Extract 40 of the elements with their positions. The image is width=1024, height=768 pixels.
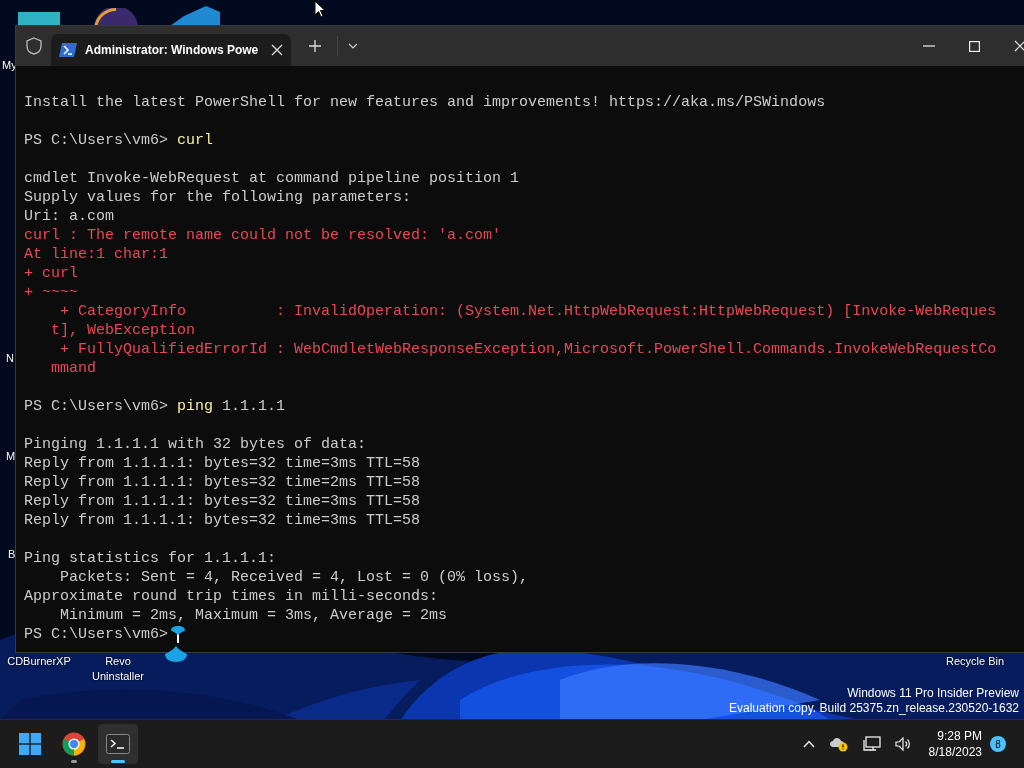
terminal-line: Reply from 1.1.1.1: bytes=32 time=2ms TTL=58 [24,473,421,492]
watermark-text: Windows 11 Pro Insider Preview [847,686,1019,701]
watermark-text: Evaluation copy. Build 25375.zn_release.230520-1632 [729,701,1019,716]
prompt-text: PS C:\Users\vm6> [24,625,169,644]
terminal-line: Supply values for the following parameters: [24,188,412,207]
desktop-icon-label[interactable]: N [6,351,14,366]
command-argument: 1.1.1.1 [221,397,286,416]
terminal-line: Minimum = 2ms, Maximum = 3ms, Average = 2ms [59,606,448,625]
error-line: At line:1 char:1 [24,245,169,264]
prompt-text: PS C:\Users\vm6> [24,397,169,416]
clock[interactable]: 9:28 PM 8/18/2023 [928,728,982,760]
terminal-line: Uri: a.com [24,207,114,226]
terminal-line: Reply from 1.1.1.1: bytes=32 time=3ms TTL=58 [24,511,421,530]
terminal-line: cmdlet Invoke-WebRequest at command pipeline position 1 [24,169,520,188]
prompt-text: PS C:\Users\vm6> [24,131,169,150]
notification-badge[interactable]: 8 [990,736,1006,752]
command-text: curl [176,131,214,150]
terminal-line: Ping statistics for 1.1.1.1: [24,549,277,568]
terminal-line: Install the latest PowerShell for new features and improvements! https://aka.ms/PSWindows [24,93,826,112]
error-line: + curl [24,264,78,283]
terminal-line: Reply from 1.1.1.1: bytes=32 time=3ms TTL=58 [24,454,421,473]
desktop-icon-label[interactable]: Recycle Bin [940,654,1010,669]
terminal-line: Reply from 1.1.1.1: bytes=32 time=3ms TTL=58 [24,492,421,511]
error-line: mmand [50,359,96,378]
error-line: + FullyQualifiedErrorId : WebCmdletWebResponseException,Microsoft.PowerShell.Commands.InvokeWebRequestCo [59,340,997,359]
desktop-icon-label[interactable]: B [8,547,16,562]
command-text: ping [176,397,214,416]
tab[interactable]: Administrator: Windows Powe [51,34,291,66]
error-line: t], WebException [50,321,196,340]
error-line: + ~~~~ [24,283,78,302]
time-text: 9:28 PM [937,728,982,744]
desktop-icon-label[interactable]: M [6,449,16,464]
desktop-icon-label[interactable]: CDBurnerXP [2,654,76,669]
terminal-line: Packets: Sent = 4, Received = 4, Lost = 0 (0% loss), [59,568,529,587]
error-line: curl : The remote name could not be resolved: 'a.com' [24,226,502,245]
error-line: + CategoryInfo : InvalidOperation: (System.Net.HttpWebRequest:HttpWebRequest) [Invoke-WebReques [59,302,997,321]
desktop-icon-label[interactable]: Revo Uninstaller [86,654,150,684]
date-text: 8/18/2023 [928,744,982,760]
terminal-line: Pinging 1.1.1.1 with 32 bytes of data: [24,435,367,454]
terminal-line: Approximate round trip times in milli-seconds: [24,587,439,606]
